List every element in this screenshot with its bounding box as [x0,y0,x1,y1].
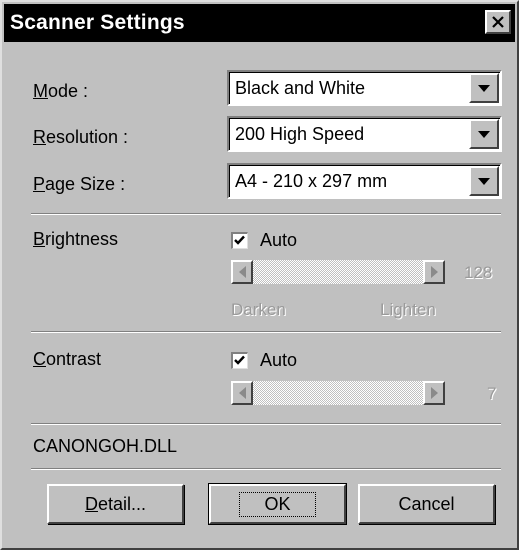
contrast-label: Contrast [33,349,101,370]
separator [31,213,501,215]
detail-button[interactable]: Detail... [47,484,184,524]
chevron-down-icon [478,130,490,138]
arrow-right-icon [430,266,438,278]
mode-label: Mode : [33,81,88,102]
contrast-label-text: ontrast [46,349,102,369]
contrast-slider[interactable] [231,381,445,405]
contrast-auto-label: Auto [260,350,298,370]
page-size-select[interactable]: A4 - 210 x 297 mm [227,163,502,199]
brightness-auto-label: Auto [260,230,298,250]
brightness-slider[interactable] [231,260,445,284]
resolution-label-text: esolution : [46,127,129,147]
detail-button-label: etail... [97,493,147,514]
chevron-down-icon [478,177,490,185]
separator [31,468,501,470]
detail-button-accesskey: D [84,493,98,514]
contrast-label-accesskey: C [33,349,46,369]
arrow-left-icon [238,387,246,399]
brightness-auto-checkbox[interactable] [231,232,248,249]
resolution-label-accesskey: R [33,127,46,147]
contrast-increase-button[interactable] [423,381,445,405]
close-icon [492,16,504,28]
contrast-value: 7 [487,384,497,403]
checkmark-icon [234,355,245,365]
page-size-label-text: age Size : [45,174,126,194]
mode-value: Black and White [235,78,366,98]
dialog-title: Scanner Settings [10,11,185,34]
brightness-value: 128 [464,263,493,282]
resolution-dropdown-button[interactable] [469,119,499,149]
chevron-down-icon [478,84,490,92]
separator [31,331,501,333]
mode-label-text: ode : [48,81,89,101]
arrow-left-icon [238,266,246,278]
page-size-label: Page Size : [33,174,125,195]
close-button[interactable] [485,10,511,34]
contrast-auto-checkbox[interactable] [231,352,248,369]
brightness-label-accesskey: B [33,229,46,249]
page-size-value: A4 - 210 x 297 mm [235,171,388,191]
brightness-darken-label: Darken [231,300,286,319]
arrow-right-icon [430,387,438,399]
resolution-label: Resolution : [33,127,128,148]
cancel-button-label: Cancel [398,493,455,514]
brightness-label-text: rightness [45,229,119,249]
mode-select[interactable]: Black and White [227,70,502,106]
checkmark-icon [234,235,245,245]
brightness-increase-button[interactable] [423,260,445,284]
resolution-select[interactable]: 200 High Speed [227,116,502,152]
page-size-label-accesskey: P [33,174,46,194]
brightness-decrease-button[interactable] [231,260,253,284]
cancel-button[interactable]: Cancel [358,484,495,524]
resolution-value: 200 High Speed [235,124,365,144]
contrast-decrease-button[interactable] [231,381,253,405]
brightness-lighten-label: Lighten [380,300,436,319]
mode-dropdown-button[interactable] [469,73,499,103]
title-bar[interactable]: Scanner Settings [4,4,515,42]
ok-button-label: OK [239,491,316,517]
mode-label-accesskey: M [33,81,48,101]
separator [31,423,501,425]
ok-button[interactable]: OK [208,483,347,525]
brightness-label: Brightness [33,229,118,250]
scanner-settings-dialog: Scanner Settings Mode : Black and White … [0,0,519,550]
driver-name: CANONGOH.DLL [33,436,178,456]
page-size-dropdown-button[interactable] [469,166,499,196]
